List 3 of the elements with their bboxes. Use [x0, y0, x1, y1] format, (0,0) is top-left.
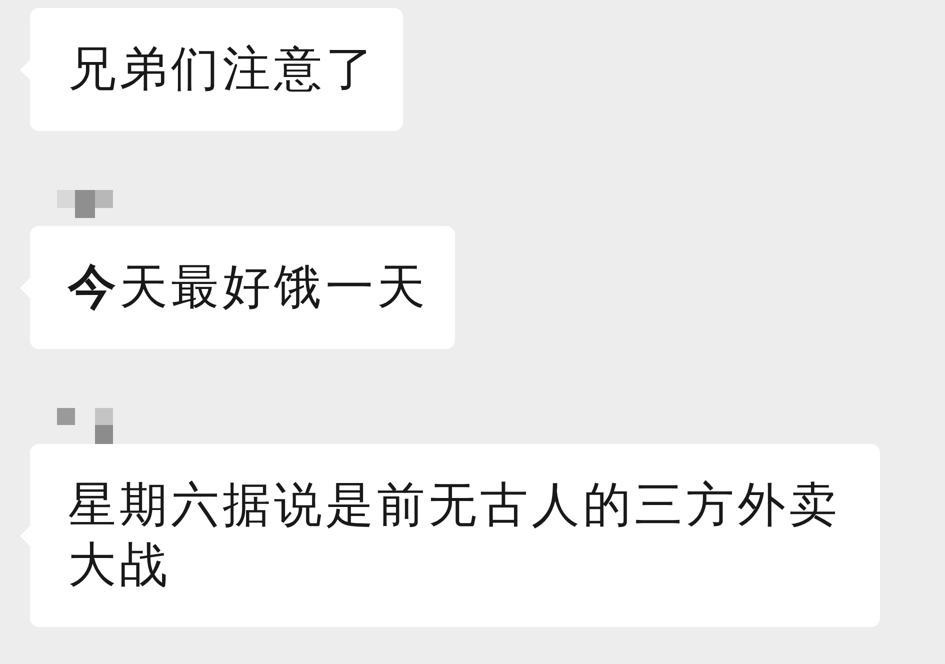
message-bubble: 星期六据说是前无古人的三方外卖大战 — [30, 444, 880, 627]
message-bubble: 兄弟们注意了 — [30, 8, 403, 131]
message-bubble: 今天最好饿一天 — [30, 226, 454, 349]
